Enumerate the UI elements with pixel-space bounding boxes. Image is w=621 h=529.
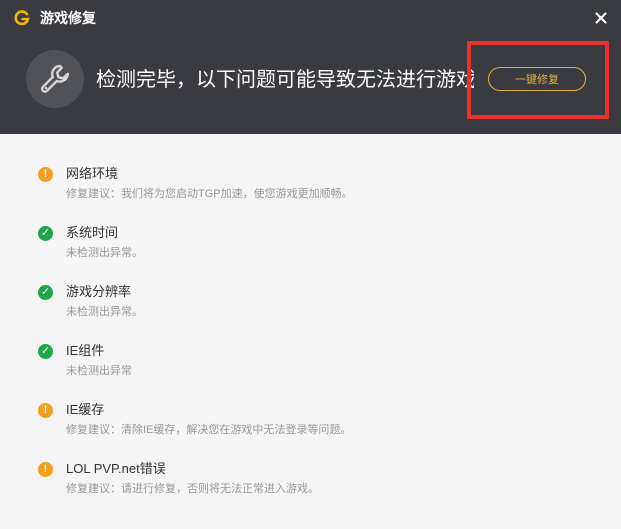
item-title: 游戏分辨率 xyxy=(66,284,132,299)
item-title: IE缓存 xyxy=(66,402,105,417)
check-icon: ✓ xyxy=(38,285,53,300)
annotation-highlight-box xyxy=(467,41,609,119)
game-repair-window: 游戏修复 检测完毕，以下问题可能导致无法进行游戏 一键修复 ! 网络环境 修复建… xyxy=(0,0,621,529)
close-icon[interactable] xyxy=(592,9,610,27)
warning-icon: ! xyxy=(38,462,53,477)
scan-result-headline: 检测完毕，以下问题可能导致无法进行游戏 xyxy=(96,69,474,91)
check-icon: ✓ xyxy=(38,226,53,241)
item-title: 网络环境 xyxy=(66,166,119,181)
title-bar: 游戏修复 xyxy=(0,0,621,36)
tgp-logo-icon xyxy=(14,10,30,26)
list-item: ✓ 游戏分辨率 未检测出异常。 xyxy=(0,252,621,318)
warning-icon: ! xyxy=(38,167,53,182)
list-item: ! 网络环境 修复建议：我们将为您启动TGP加速，使您游戏更加顺畅。 xyxy=(0,134,621,200)
list-item: ! LOL PVP.net错误 修复建议：请进行修复，否则将无法正常进入游戏。 xyxy=(0,429,621,495)
item-title: 系统时间 xyxy=(66,225,119,240)
item-title: IE组件 xyxy=(66,343,105,358)
list-item: ✓ 系统时间 未检测出异常。 xyxy=(0,193,621,259)
item-title: LOL PVP.net错误 xyxy=(66,461,166,476)
list-item: ✓ IE组件 未检测出异常 xyxy=(0,311,621,377)
header-panel: 游戏修复 检测完毕，以下问题可能导致无法进行游戏 一键修复 xyxy=(0,0,621,134)
list-item: ! IE缓存 修复建议：清除IE缓存，解决您在游戏中无法登录等问题。 xyxy=(0,370,621,436)
warning-icon: ! xyxy=(38,403,53,418)
wrench-icon xyxy=(26,50,84,108)
check-icon: ✓ xyxy=(38,344,53,359)
window-title: 游戏修复 xyxy=(40,10,96,26)
item-desc: 修复建议：请进行修复，否则将无法正常进入游戏。 xyxy=(66,483,319,495)
